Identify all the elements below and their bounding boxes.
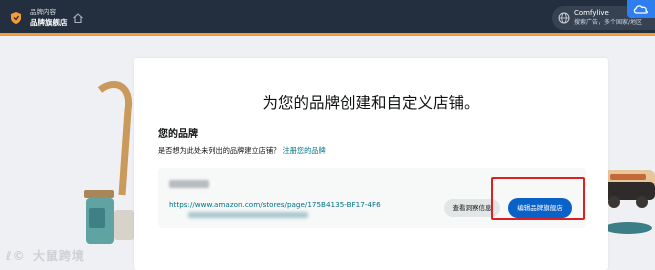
header-accent-line bbox=[0, 33, 655, 36]
shield-icon bbox=[11, 12, 21, 24]
watermark: ℓ© 大鼠跨境 bbox=[6, 247, 85, 264]
register-brand-link[interactable]: 注册您的品牌 bbox=[283, 146, 326, 155]
breadcrumb-parent[interactable]: 品牌内容 bbox=[30, 8, 68, 17]
breadcrumb-current: 品牌旗舰店 bbox=[30, 18, 68, 27]
cloud-icon bbox=[633, 5, 648, 14]
annotation-highlight-box bbox=[491, 177, 585, 220]
account-description: 搜索广告，多个国家/地区 bbox=[574, 19, 643, 26]
account-name: Comfylive bbox=[574, 9, 609, 17]
top-header: 品牌内容 品牌旗舰店 Comfylive 搜索广告，多个国家/地区 bbox=[0, 0, 655, 36]
breadcrumb: 品牌内容 品牌旗舰店 bbox=[30, 8, 68, 28]
store-url-redacted bbox=[188, 212, 308, 218]
prompt-text: 是否想为此处未列出的品牌建立店铺？ bbox=[158, 146, 281, 155]
page-title: 为您的品牌创建和自定义店铺。 bbox=[262, 94, 480, 112]
watermark-text: 大鼠跨境 bbox=[32, 249, 85, 263]
section-title: 您的品牌 bbox=[158, 129, 198, 140]
home-icon[interactable] bbox=[72, 12, 84, 24]
globe-icon bbox=[558, 12, 570, 24]
register-brand-prompt: 是否想为此处未列出的品牌建立店铺？ 注册您的品牌 bbox=[158, 146, 326, 156]
store-url-link[interactable]: https://www.amazon.com/stores/page/175B4… bbox=[169, 199, 404, 210]
watermark-logo: ℓ© bbox=[6, 249, 26, 263]
brand-store-card: 为您的品牌创建和自定义店铺。 您的品牌 是否想为此处未列出的品牌建立店铺？ 注册… bbox=[134, 58, 608, 270]
cloud-float-button[interactable] bbox=[627, 0, 655, 18]
store-name-redacted bbox=[169, 180, 209, 188]
decorative-jar-illustration bbox=[84, 81, 134, 244]
